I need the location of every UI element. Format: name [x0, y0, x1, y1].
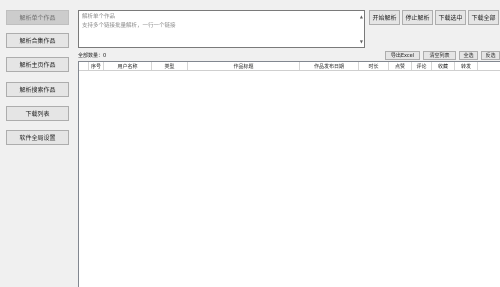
header-index[interactable]: 序号: [89, 62, 104, 70]
header-publish-date[interactable]: 作品发布日期: [300, 62, 359, 70]
download-all-button[interactable]: 下载全部: [468, 10, 499, 25]
parse-search-button[interactable]: 解析搜索作品: [6, 82, 69, 97]
header-favorites[interactable]: 收藏: [432, 62, 455, 70]
works-table[interactable]: 序号 用户名称 类型 作品标题 作品发布日期 时长 点赞 评论 收藏 转发: [78, 61, 500, 287]
table-header: 序号 用户名称 类型 作品标题 作品发布日期 时长 点赞 评论 收藏 转发: [79, 62, 500, 71]
total-count: 全部数量：0: [78, 53, 107, 59]
main-panel: 解析单个作品 支持多个链接批量解析，一行一个链接 ▲ ▼ 开始解析 停止解析 下…: [75, 0, 500, 287]
header-comments[interactable]: 评论: [412, 62, 432, 70]
header-checkbox[interactable]: [79, 62, 89, 70]
header-likes[interactable]: 点赞: [389, 62, 412, 70]
download-selected-button[interactable]: 下载选中: [435, 10, 466, 25]
header-shares[interactable]: 转发: [455, 62, 478, 70]
scroll-up-icon[interactable]: ▲: [360, 12, 363, 21]
parse-homepage-button[interactable]: 解析主页作品: [6, 57, 69, 72]
header-title[interactable]: 作品标题: [188, 62, 300, 70]
header-duration[interactable]: 时长: [359, 62, 389, 70]
export-excel-button[interactable]: 导出Excel: [385, 51, 420, 60]
global-settings-button[interactable]: 软件全局设置: [6, 130, 69, 145]
stop-parse-button[interactable]: 停止解析: [402, 10, 433, 25]
clear-list-button[interactable]: 清空列表: [423, 51, 456, 60]
header-filler: [478, 62, 500, 70]
parse-single-work-button[interactable]: 解析单个作品: [6, 10, 69, 25]
parse-collection-button[interactable]: 解析合集作品: [6, 33, 69, 48]
invert-selection-button[interactable]: 反选: [481, 51, 500, 60]
input-placeholder-line2: 支持多个链接批量解析，一行一个链接: [82, 23, 176, 29]
input-placeholder-line1: 解析单个作品: [82, 14, 116, 20]
download-list-button[interactable]: 下载列表: [6, 106, 69, 121]
header-type[interactable]: 类型: [152, 62, 188, 70]
scroll-down-icon[interactable]: ▼: [360, 37, 363, 46]
header-username[interactable]: 用户名称: [104, 62, 152, 70]
select-all-button[interactable]: 全选: [459, 51, 478, 60]
links-input[interactable]: 解析单个作品 支持多个链接批量解析，一行一个链接 ▲ ▼: [78, 10, 365, 48]
start-parse-button[interactable]: 开始解析: [369, 10, 400, 25]
sidebar: 解析单个作品 解析合集作品 解析主页作品 解析搜索作品 下载列表 软件全局设置: [0, 0, 75, 287]
